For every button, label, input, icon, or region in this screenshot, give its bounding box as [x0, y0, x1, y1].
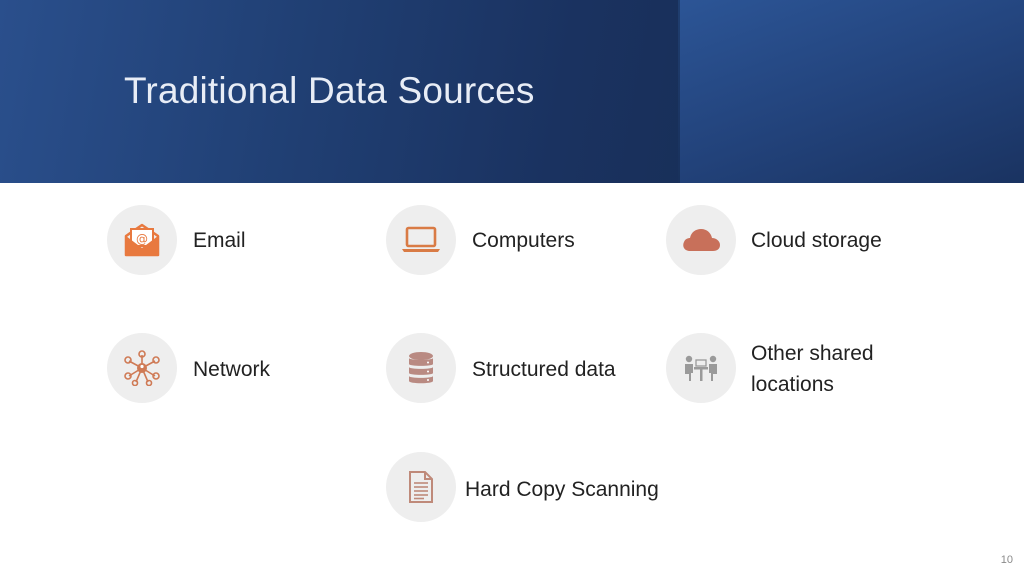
meeting-icon [685, 355, 717, 381]
page-number: 10 [1000, 554, 1013, 566]
database-icon [409, 352, 433, 384]
item-email-label: Email [193, 229, 246, 252]
email-icon-circle: @ [107, 205, 177, 275]
header-right-panel [678, 0, 1024, 183]
item-hard-copy-scanning-label: Hard Copy Scanning [465, 478, 659, 501]
laptop-icon-circle [386, 205, 456, 275]
svg-text:@: @ [136, 232, 148, 246]
item-network-label: Network [193, 358, 271, 381]
email-icon: @ [124, 223, 160, 257]
cloud-icon-circle [666, 205, 736, 275]
meeting-icon-circle [666, 333, 736, 403]
network-icon [124, 350, 160, 386]
document-icon-circle [386, 452, 456, 522]
item-structured-data-label: Structured data [472, 358, 616, 381]
cloud-icon [683, 229, 720, 251]
database-icon-circle [386, 333, 456, 403]
document-icon [409, 471, 433, 503]
item-cloud-storage-label: Cloud storage [751, 229, 882, 252]
slide-title: Traditional Data Sources [124, 70, 535, 111]
item-other-shared-locations-label: Other shared locations [751, 342, 874, 396]
laptop-icon [402, 226, 440, 252]
network-icon-circle [107, 333, 177, 403]
item-computers-label: Computers [472, 229, 575, 252]
